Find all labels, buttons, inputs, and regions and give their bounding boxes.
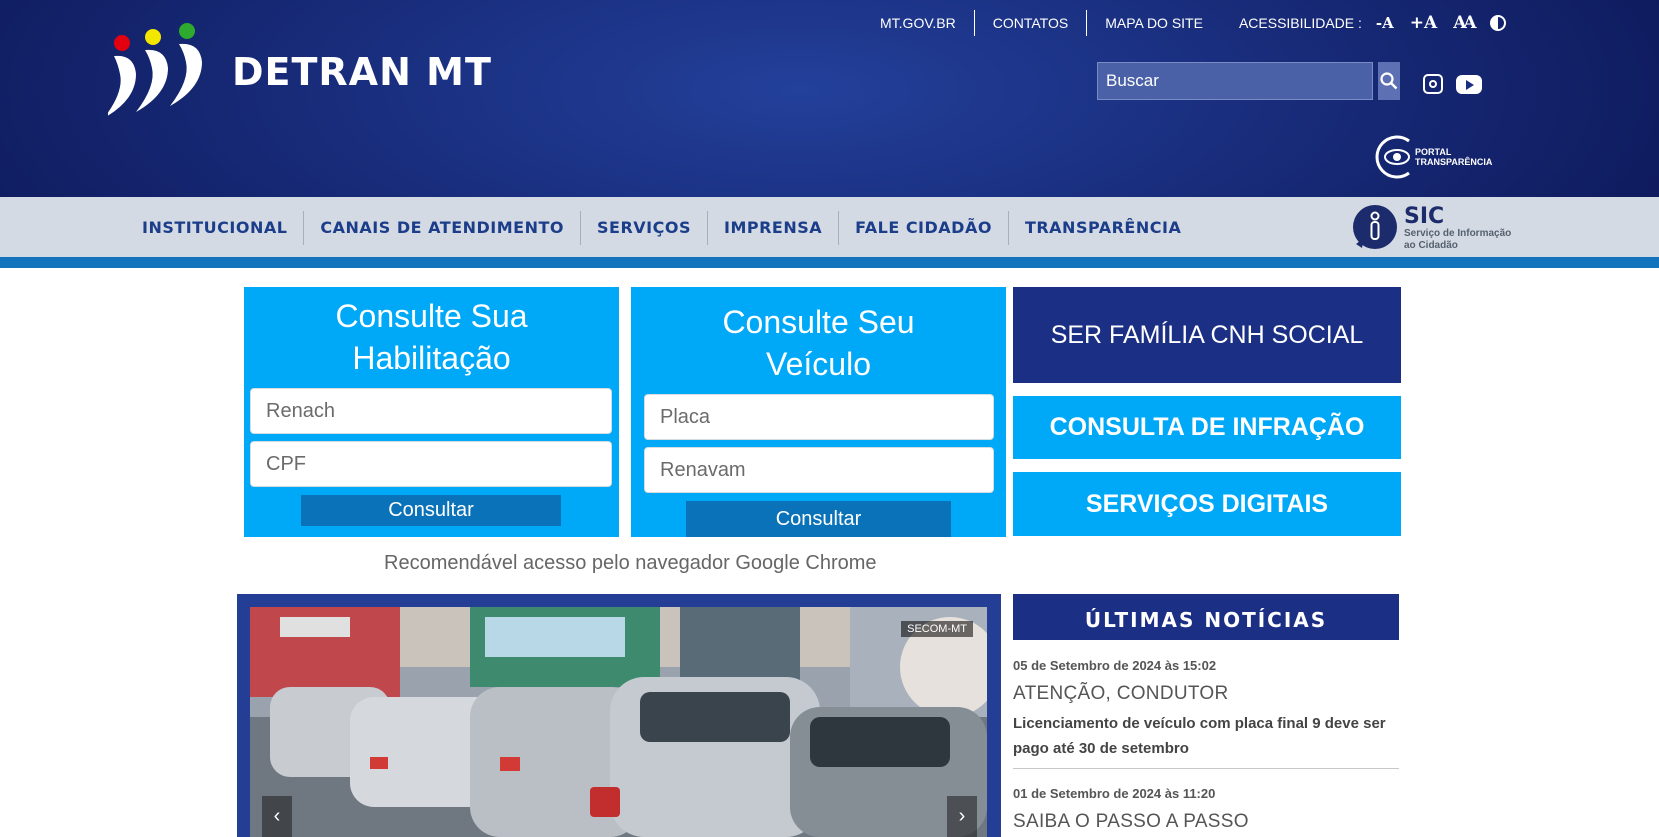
sic-line2: ao Cidadão: [1404, 240, 1458, 251]
news-category[interactable]: SAIBA O PASSO A PASSO: [1013, 811, 1399, 833]
sic-line1: Serviço de Informação: [1404, 228, 1512, 239]
youtube-icon[interactable]: [1456, 75, 1482, 94]
news-slider: SECOM-MT: [237, 594, 1001, 837]
sic-title: SIC: [1404, 204, 1445, 229]
chevron-left-icon: ‹: [273, 805, 281, 827]
top-link-mtgov[interactable]: MT.GOV.BR: [862, 10, 975, 36]
site-header: DETRAN MT MT.GOV.BR CONTATOS MAPA DO SIT…: [0, 0, 1659, 197]
nav-item-services[interactable]: SERVIÇOS: [581, 211, 708, 245]
news-date: 01 de Setembro de 2024 às 11:20: [1013, 786, 1216, 801]
accessibility-bar: ACESSIBILIDADE : -A +A AA: [1239, 13, 1506, 33]
nav-stripe: [0, 257, 1659, 268]
nav-item-press[interactable]: IMPRENSA: [708, 211, 840, 245]
infraction-consult-button[interactable]: CONSULTA DE INFRAÇÃO: [1013, 396, 1401, 459]
chevron-right-icon: ›: [958, 805, 966, 827]
license-consult-button[interactable]: Consultar: [301, 495, 561, 526]
transparency-portal-link[interactable]: PORTAL TRANSPARÊNCIA: [1375, 133, 1505, 181]
news-category[interactable]: ATENÇÃO, CONDUTOR: [1013, 683, 1399, 705]
photo-credit: SECOM-MT: [901, 621, 973, 637]
sic-subtitle: Serviço de Informação ao Cidadão: [1404, 228, 1511, 252]
sic-link[interactable]: SIC Serviço de Informação ao Cidadão: [1352, 204, 1532, 252]
font-increase-button[interactable]: +A: [1410, 13, 1437, 33]
nav-item-institutional[interactable]: INSTITUCIONAL: [126, 211, 305, 245]
site-title: DETRAN MT: [232, 50, 492, 94]
slide-image[interactable]: SECOM-MT: [250, 607, 987, 837]
instagram-icon[interactable]: [1423, 74, 1443, 94]
font-reset-button[interactable]: AA: [1453, 13, 1476, 33]
digital-services-button[interactable]: SERVIÇOS DIGITAIS: [1013, 472, 1401, 536]
font-decrease-button[interactable]: -A: [1376, 14, 1394, 32]
eye-icon: [1375, 135, 1410, 179]
news-item: 05 de Setembro de 2024 às 15:02 ATENÇÃO,…: [1013, 658, 1399, 761]
traffic-photo: [250, 607, 987, 837]
renach-input[interactable]: [250, 388, 612, 434]
top-link-contacts[interactable]: CONTATOS: [975, 10, 1088, 36]
vehicle-title-line1: Consulte Seu: [722, 304, 915, 340]
logo-figures-icon: [104, 23, 202, 118]
search-input[interactable]: [1097, 62, 1373, 100]
slider-next-button[interactable]: ›: [947, 796, 977, 837]
license-title-line2: Habilitação: [352, 340, 511, 376]
nav-item-contact-citizen[interactable]: FALE CIDADÃO: [839, 211, 1009, 245]
vehicle-card-title: Consulte Seu Veículo: [631, 287, 1006, 385]
vehicle-title-line2: Veículo: [766, 346, 871, 382]
accessibility-label: ACESSIBILIDADE :: [1238, 15, 1362, 31]
transparency-line2: TRANSPARÊNCIA: [1415, 157, 1493, 167]
latest-news-heading: ÚLTIMAS NOTÍCIAS: [1013, 594, 1399, 640]
news-item: 01 de Setembro de 2024 às 11:20 SAIBA O …: [1013, 786, 1399, 837]
transparency-text: PORTAL TRANSPARÊNCIA: [1415, 147, 1492, 167]
info-icon: [1353, 205, 1397, 249]
nav-item-service-channels[interactable]: CANAIS DE ATENDIMENTO: [304, 211, 581, 245]
news-summary[interactable]: Licenciamento de veículo com placa final…: [1013, 711, 1399, 761]
contrast-icon[interactable]: [1489, 15, 1506, 31]
news-date: 05 de Setembro de 2024 às 15:02: [1013, 658, 1217, 673]
vehicle-consult-button[interactable]: Consultar: [686, 501, 951, 537]
vehicle-consult-card: Consulte Seu Veículo Consultar: [631, 287, 1006, 537]
top-link-sitemap[interactable]: MAPA DO SITE: [1087, 10, 1221, 36]
cpf-input[interactable]: [250, 441, 612, 487]
license-consult-card: Consulte Sua Habilitação Consultar: [244, 287, 619, 537]
search-button[interactable]: [1378, 62, 1400, 100]
cnh-social-button[interactable]: SER FAMÍLIA CNH SOCIAL: [1013, 287, 1401, 383]
nav-items: INSTITUCIONAL CANAIS DE ATENDIMENTO SERV…: [126, 211, 1197, 245]
slider-prev-button[interactable]: ‹: [262, 796, 292, 837]
browser-recommendation: Recomendável acesso pelo navegador Googl…: [384, 552, 877, 574]
nav-item-transparency[interactable]: TRANSPARÊNCIA: [1009, 211, 1197, 245]
plate-input[interactable]: [644, 394, 994, 440]
top-links: MT.GOV.BR CONTATOS MAPA DO SITE ACESSIBI…: [862, 10, 1506, 36]
license-title-line1: Consulte Sua: [335, 298, 528, 334]
license-card-title: Consulte Sua Habilitação: [244, 287, 619, 379]
news-divider: [1013, 768, 1399, 769]
renavam-input[interactable]: [644, 447, 994, 493]
search-icon: [1380, 72, 1398, 90]
transparency-line1: PORTAL: [1415, 147, 1452, 157]
